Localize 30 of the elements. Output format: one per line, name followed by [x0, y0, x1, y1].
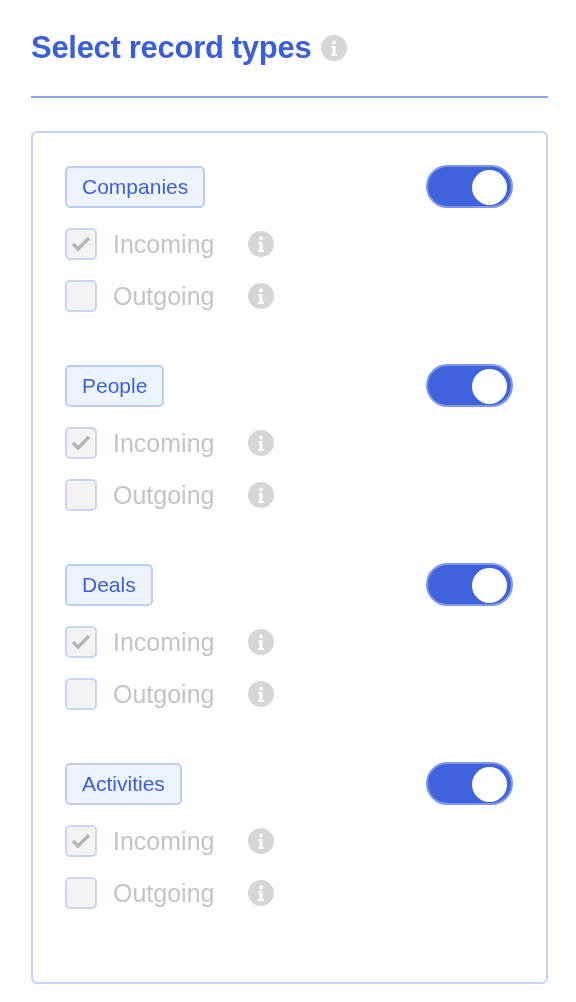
info-icon: [248, 629, 274, 655]
checkbox-label: Incoming: [113, 826, 216, 856]
toggle-switch[interactable]: [426, 165, 513, 208]
info-icon: [248, 283, 274, 309]
info-icon: [248, 430, 274, 456]
checkbox-label: Incoming: [113, 229, 216, 259]
toggle-switch[interactable]: [426, 563, 513, 606]
checkbox-label: Incoming: [113, 428, 216, 458]
info-icon: [248, 828, 274, 854]
info-icon: [321, 35, 348, 61]
checkbox-label: Outgoing: [113, 679, 216, 709]
toggle-switch[interactable]: [426, 762, 513, 805]
checkbox-label: Incoming: [113, 627, 216, 657]
check-icon: [71, 236, 91, 252]
info-icon: [248, 482, 274, 508]
info-icon: [248, 681, 274, 707]
page-title: Select record types: [31, 30, 312, 66]
checkbox-label: Outgoing: [113, 480, 216, 510]
record-type-tag: People: [65, 364, 165, 407]
record-type-tag: Companies: [65, 165, 206, 208]
check-icon: [71, 833, 91, 849]
record-type-tag: Deals: [65, 563, 153, 606]
check-icon: [71, 634, 91, 650]
toggle-switch[interactable]: [426, 364, 513, 407]
info-icon: [248, 231, 274, 257]
info-icon: [248, 880, 274, 906]
check-icon: [71, 435, 91, 451]
checkbox-label: Outgoing: [113, 281, 216, 311]
record-type-tag: Activities: [65, 762, 182, 805]
checkbox-label: Outgoing: [113, 878, 216, 908]
